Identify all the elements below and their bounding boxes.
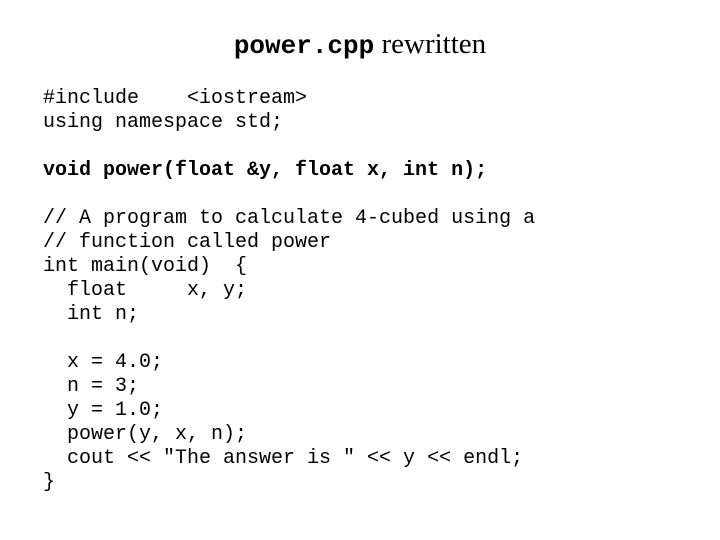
code-line-cout: cout << "The answer is " << y << endl; <box>43 447 524 470</box>
code-line-comment-1: // A program to calculate 4-cubed using … <box>43 207 536 230</box>
code-line-using-namespace: using namespace std; <box>43 111 284 134</box>
code-line-float-decl: float x, y; <box>43 279 248 302</box>
code-line-comment-2: // function called power <box>43 231 332 254</box>
code-line-main-signature: int main(void) { <box>43 255 248 278</box>
code-line-assign-y: y = 1.0; <box>43 399 164 422</box>
code-line-int-decl: int n; <box>43 303 140 326</box>
title-text: rewritten <box>374 28 487 60</box>
code-line-assign-x: x = 4.0; <box>43 351 164 374</box>
code-line-function-prototype: void power(float &y, float x, int n); <box>43 159 488 182</box>
code-listing: #include <iostream> using namespace std; v… <box>43 87 535 495</box>
code-line-include: #include <iostream> <box>43 87 308 110</box>
code-line-power-call: power(y, x, n); <box>43 423 248 446</box>
code-line-closing-brace: } <box>43 471 56 494</box>
slide-title: power.cpp rewritten <box>0 24 720 66</box>
code-line-assign-n: n = 3; <box>43 375 140 398</box>
title-filename: power.cpp <box>233 31 375 61</box>
